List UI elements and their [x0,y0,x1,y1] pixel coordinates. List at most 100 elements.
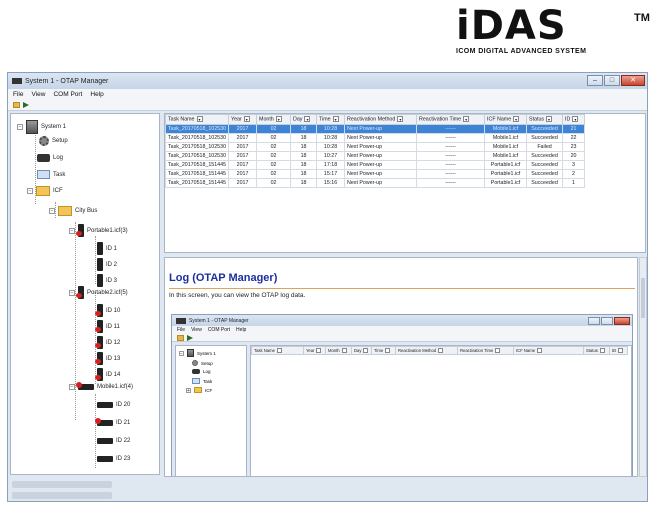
tree-node-device[interactable]: ID 20 [97,402,130,408]
open-folder-icon[interactable] [13,102,20,108]
logo-tagline: ICOM DIGITAL ADVANCED SYSTEM [456,48,587,55]
tree-node-portable2[interactable]: − Portable2.icf(5) [69,286,128,299]
mini-table: Task Name Year Month Day Time Reactivation Me… [250,345,632,476]
filter-dropdown-icon[interactable]: ▾ [546,116,553,123]
table-cell: Succeeded [526,133,564,143]
tree-node-icf[interactable]: − ICF [27,186,63,196]
tree-node-group[interactable]: − City Bus [49,206,97,216]
table-row[interactable]: Task_20170518_151445 2017 02 18 17:18 Next Po… [165,160,586,170]
menu-file[interactable]: File [13,91,23,98]
toolbar [8,100,647,111]
run-arrow-icon[interactable] [23,102,29,108]
tree-node-system[interactable]: − System 1 [17,120,66,134]
portable-radio-icon [97,242,103,255]
tree-node-device[interactable]: ID 11 [95,320,120,333]
tree-node-device[interactable]: ID 23 [97,456,130,462]
table-cell: 21 [562,124,586,134]
table-row[interactable]: Task_20170518_102530 2017 02 18 10:28 Next Po… [165,142,586,152]
tree-node-device[interactable]: ID 12 [95,336,120,349]
table-cell: Next Power-up [344,124,418,134]
task-icon [37,170,50,179]
column-header[interactable]: Status ▾ [526,114,564,125]
table-cell: ------ [416,178,486,188]
table-row[interactable]: Task_20170518_102530 2017 02 18 10:28 Next Po… [165,124,586,134]
menu-com-port[interactable]: COM Port [53,91,82,98]
mini-close-icon [614,317,630,325]
column-header[interactable]: Reactivation Method ▾ [344,114,418,125]
tree-node-device[interactable]: ID 10 [95,304,120,317]
collapse-toggle[interactable]: − [17,124,23,130]
idas-logo: iDAS TM ICOM DIGITAL ADVANCED SYSTEM [456,6,652,62]
tree-node-portable1[interactable]: − Portable1.icf(3) [69,224,128,237]
tree-node-device[interactable]: ID 2 [97,258,117,271]
table-row[interactable]: Task_20170518_102530 2017 02 18 10:27 Next Po… [165,151,586,161]
help-screenshot: System 1 - OTAP Manager File View COM Po… [171,314,633,476]
filter-dropdown-icon[interactable]: ▾ [304,116,311,123]
mini-tree-node: Log [192,369,211,374]
table-cell: Succeeded [526,124,564,134]
table-cell: 02 [256,151,292,161]
collapse-toggle[interactable]: − [69,227,75,234]
column-header[interactable]: Month ▾ [256,114,292,125]
table-cell: 2017 [228,124,258,134]
tree-node-device[interactable]: ID 13 [95,352,120,365]
filter-dropdown-icon[interactable]: ▾ [463,116,470,123]
tree-node-device[interactable]: ID 1 [97,242,117,255]
table-row[interactable]: Task_20170518_102530 2017 02 18 10:28 Next Po… [165,133,586,143]
menu-help[interactable]: Help [90,91,103,98]
folder-icon [58,206,72,216]
collapse-toggle[interactable]: − [27,188,33,194]
log-icon [37,154,50,162]
log-icon [192,369,200,374]
tree-node-log[interactable]: Log [37,154,63,162]
table-cell: Portable1.icf [484,178,528,188]
column-header[interactable]: Time ▾ [316,114,346,125]
table-cell: 02 [256,160,292,170]
tree-node-device[interactable]: ID 14 [95,368,120,381]
collapse-toggle[interactable]: − [69,384,75,390]
tree-node-setup[interactable]: Setup [39,136,68,146]
status-bar-segment [12,481,112,488]
column-header[interactable]: Day ▾ [290,114,318,125]
close-button[interactable]: ✕ [621,75,645,86]
tree-node-task[interactable]: Task [37,170,65,179]
table-cell: 15:16 [316,178,346,188]
mobile-radio-icon [97,456,113,462]
mini-column-header: Task Name [251,346,304,355]
maximize-button[interactable]: □ [604,75,620,86]
system-icon [187,349,194,357]
filter-dropdown-icon[interactable]: ▾ [332,116,339,123]
table-cell: Task_20170518_151445 [165,178,230,188]
column-header[interactable]: ICF Name ▾ [484,114,528,125]
column-header[interactable]: Year ▾ [228,114,258,125]
tree-node-device[interactable]: ID 21 [95,418,130,426]
gear-icon [192,360,198,366]
table-row[interactable]: Task_20170518_151445 2017 02 18 15:16 Next Po… [165,178,586,188]
filter-dropdown-icon[interactable]: ▾ [572,116,579,123]
filter-dropdown-icon[interactable]: ▾ [513,116,520,123]
minimize-button[interactable]: – [587,75,603,86]
scrollbar-thumb[interactable] [641,278,645,318]
help-scrollbar[interactable] [639,257,647,477]
column-header[interactable]: Reactivation Time ▾ [416,114,486,125]
collapse-toggle[interactable]: − [49,208,55,214]
tree-node-device[interactable]: ID 22 [97,438,130,444]
filter-dropdown-icon[interactable]: ▾ [196,116,203,123]
column-header[interactable]: ID ▾ [562,114,586,125]
tree-node-mobile1[interactable]: − Mobile1.icf(4) [69,382,133,390]
column-header[interactable]: Task Name ▾ [165,114,230,125]
collapse-toggle[interactable]: − [69,289,75,296]
table-cell: 22 [562,133,586,143]
table-row[interactable]: Task_20170518_151445 2017 02 18 15:17 Next Po… [165,169,586,179]
table-cell: Task_20170518_151445 [165,160,230,170]
table-cell: 10:28 [316,133,346,143]
table-cell: Task_20170518_102530 [165,124,230,134]
folder-icon [36,186,50,196]
menu-view[interactable]: View [31,91,45,98]
filter-dropdown-icon[interactable]: ▾ [275,116,282,123]
window-titlebar[interactable]: System 1 - OTAP Manager – □ ✕ [8,73,647,89]
filter-dropdown-icon [276,348,282,354]
filter-dropdown-icon[interactable]: ▾ [243,116,250,123]
menu-bar: File View COM Port Help [8,89,647,100]
filter-dropdown-icon[interactable]: ▾ [397,116,404,123]
